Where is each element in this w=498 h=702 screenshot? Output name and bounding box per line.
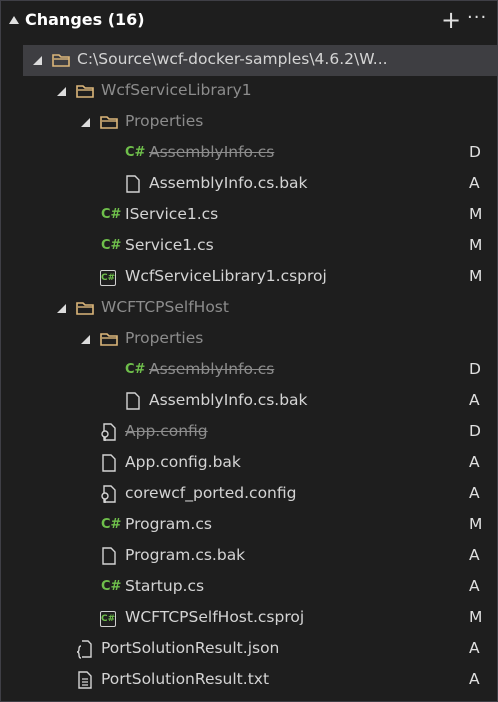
expand-arrow-icon[interactable]: [81, 118, 90, 127]
csharp-file-icon: C#: [125, 145, 146, 160]
status-badge: M: [469, 236, 483, 254]
tree-row-folder[interactable]: WCFTCPSelfHost: [1, 293, 497, 324]
csharp-file-icon: C#: [125, 362, 146, 377]
tree-row-file[interactable]: C# Startup.cs A: [1, 572, 497, 603]
csproj-icon: C#: [100, 611, 116, 627]
status-badge: M: [469, 515, 483, 533]
tree-row-file[interactable]: PortSolutionResult.json A: [1, 634, 497, 665]
tree-row-file[interactable]: AssemblyInfo.cs.bak A: [1, 169, 497, 200]
csharp-file-icon: C#: [101, 238, 122, 253]
status-badge: D: [469, 143, 481, 161]
more-options-button[interactable]: ···: [467, 7, 487, 28]
tree-row-file[interactable]: Program.cs.bak A: [1, 541, 497, 572]
tree-row-file[interactable]: C# WcfServiceLibrary1.csproj M: [1, 262, 497, 293]
status-badge: A: [469, 174, 480, 192]
csharp-file-icon: C#: [101, 207, 122, 222]
tree-item-label: C:\Source\wcf-docker-samples\4.6.2\W...: [77, 50, 388, 68]
tree-item-label: WcfServiceLibrary1: [101, 81, 252, 99]
status-badge: D: [469, 360, 481, 378]
changes-panel: Changes (16) + ··· C:\Source\wcf-docker-…: [0, 0, 498, 702]
tree-row-folder[interactable]: Properties: [1, 107, 497, 138]
changes-title: Changes (16): [25, 10, 145, 29]
tree-row-folder[interactable]: Properties: [1, 324, 497, 355]
tree-item-label: corewcf_ported.config: [125, 484, 297, 502]
tree-item-label: AssemblyInfo.cs: [149, 360, 275, 378]
tree-item-label: Service1.cs: [125, 236, 214, 254]
status-badge: D: [469, 422, 481, 440]
tree-row-file[interactable]: PortSolutionResult.txt A: [1, 665, 497, 696]
tree-item-label: App.config: [125, 422, 208, 440]
csproj-icon: C#: [100, 270, 116, 286]
tree-row-file[interactable]: C# AssemblyInfo.cs D: [1, 355, 497, 386]
file-icon: [102, 547, 116, 565]
tree-row-file[interactable]: C# Service1.cs M: [1, 231, 497, 262]
expand-arrow-icon[interactable]: [57, 87, 66, 96]
csharp-file-icon: C#: [101, 517, 122, 532]
file-icon: [126, 175, 140, 193]
stage-all-button[interactable]: +: [441, 8, 461, 32]
tree-row-file[interactable]: C# Program.cs M: [1, 510, 497, 541]
csharp-file-icon: C#: [101, 579, 122, 594]
tree-item-label: Program.cs: [125, 515, 212, 533]
tree-item-label: AssemblyInfo.cs.bak: [149, 391, 308, 409]
status-badge: A: [469, 577, 480, 595]
folder-icon: [52, 54, 70, 67]
tree-item-label: App.config.bak: [125, 453, 241, 471]
tree-item-label: WcfServiceLibrary1.csproj: [125, 267, 327, 285]
changes-header[interactable]: Changes (16) + ···: [1, 1, 497, 41]
config-file-icon: [101, 485, 116, 503]
status-badge: M: [469, 267, 483, 285]
tree-row-folder[interactable]: WcfServiceLibrary1: [1, 76, 497, 107]
tree-row-file[interactable]: App.config.bak A: [1, 448, 497, 479]
tree-item-label: AssemblyInfo.cs.bak: [149, 174, 308, 192]
expand-arrow-icon[interactable]: [81, 335, 90, 344]
status-badge: M: [469, 205, 483, 223]
tree-row-root[interactable]: C:\Source\wcf-docker-samples\4.6.2\W...: [23, 45, 497, 76]
status-badge: A: [469, 453, 480, 471]
tree-item-label: PortSolutionResult.json: [101, 639, 280, 657]
expand-arrow-icon[interactable]: [57, 304, 66, 313]
tree-row-file[interactable]: C# IService1.cs M: [1, 200, 497, 231]
tree-row-file[interactable]: corewcf_ported.config A: [1, 479, 497, 510]
status-badge: A: [469, 639, 480, 657]
tree-item-label: Properties: [125, 329, 204, 347]
status-badge: M: [469, 608, 483, 626]
tree-item-label: AssemblyInfo.cs: [149, 143, 275, 161]
tree-item-label: Properties: [125, 112, 204, 130]
config-file-icon: [101, 423, 116, 441]
json-file-icon: [76, 640, 92, 659]
tree-item-label: PortSolutionResult.txt: [101, 670, 270, 688]
tree-item-label: Program.cs.bak: [125, 546, 246, 564]
folder-icon: [100, 333, 118, 346]
folder-icon: [100, 116, 118, 129]
status-badge: A: [469, 670, 480, 688]
text-file-icon: [78, 671, 92, 689]
tree-row-file[interactable]: App.config D: [1, 417, 497, 448]
collapse-caret-icon[interactable]: [9, 16, 19, 24]
file-icon: [126, 392, 140, 410]
status-badge: A: [469, 484, 480, 502]
folder-icon: [76, 302, 94, 315]
tree-row-file[interactable]: AssemblyInfo.cs.bak A: [1, 386, 497, 417]
tree-item-label: WCFTCPSelfHost: [101, 298, 229, 316]
tree-row-file[interactable]: C# AssemblyInfo.cs D: [1, 138, 497, 169]
tree-item-label: IService1.cs: [125, 205, 219, 223]
changes-tree: C:\Source\wcf-docker-samples\4.6.2\W... …: [1, 45, 497, 696]
file-icon: [102, 454, 116, 472]
tree-item-label: Startup.cs: [125, 577, 205, 595]
expand-arrow-icon[interactable]: [33, 56, 42, 65]
status-badge: A: [469, 391, 480, 409]
folder-icon: [76, 85, 94, 98]
tree-row-file[interactable]: C# WCFTCPSelfHost.csproj M: [1, 603, 497, 634]
tree-item-label: WCFTCPSelfHost.csproj: [125, 608, 305, 626]
status-badge: A: [469, 546, 480, 564]
